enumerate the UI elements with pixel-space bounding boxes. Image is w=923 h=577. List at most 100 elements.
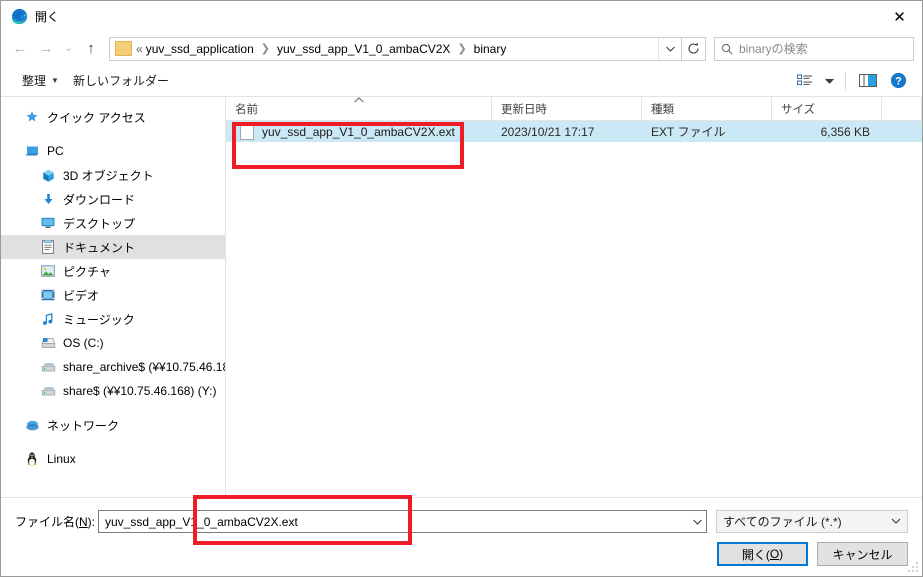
- open-file-dialog: 開く ✕ ← → ⌄ ↑ « yuv_ssd_application ❯ yuv…: [0, 0, 923, 577]
- filename-label-accesskey: N: [79, 515, 88, 529]
- column-header-type[interactable]: 種類: [642, 97, 772, 120]
- file-type-cell: EXT ファイル: [651, 125, 726, 139]
- column-header-modified[interactable]: 更新日時: [492, 97, 642, 120]
- view-options-icon[interactable]: [791, 69, 819, 93]
- sidebar-item-downloads[interactable]: ダウンロード: [1, 187, 225, 211]
- sidebar-item-quick-access[interactable]: クイック アクセス: [1, 105, 225, 129]
- cancel-button[interactable]: キャンセル: [817, 542, 908, 566]
- table-row[interactable]: yuv_ssd_app_V1_0_ambaCV2X.ext 2023/10/21…: [226, 121, 922, 142]
- filename-row: ファイル名(N): yuv_ssd_app_V1_0_ambaCV2X.ext …: [15, 498, 908, 533]
- refresh-icon[interactable]: [682, 36, 706, 61]
- breadcrumb-item-1[interactable]: yuv_ssd_app_V1_0_ambaCV2X: [275, 40, 452, 58]
- chevron-down-icon: ▼: [51, 76, 59, 85]
- edge-icon: [10, 8, 28, 26]
- sidebar-item-3d-objects[interactable]: 3D オブジェクト: [1, 163, 225, 187]
- file-type-filter-select[interactable]: すべてのファイル (*.*): [716, 510, 908, 533]
- this-pc-icon: [23, 143, 41, 159]
- sidebar-item-pc[interactable]: PC: [1, 139, 225, 163]
- column-header-label: サイズ: [781, 103, 816, 116]
- chevron-right-icon[interactable]: ❯: [256, 42, 275, 55]
- up-icon[interactable]: ↑: [78, 36, 104, 62]
- breadcrumb-overflow-icon[interactable]: «: [136, 42, 144, 56]
- svg-text:?: ?: [895, 75, 902, 87]
- sidebar-item-label: 3D オブジェクト: [63, 168, 154, 183]
- sidebar-item-label: ミュージック: [63, 312, 135, 327]
- documents-icon: [39, 239, 57, 255]
- open-label-prefix: 開く(: [741, 547, 770, 562]
- filename-label-suffix: ):: [87, 515, 96, 529]
- help-icon[interactable]: ?: [884, 69, 912, 93]
- column-header-size[interactable]: サイズ: [772, 97, 882, 120]
- file-size-cell: 6,356 KB: [820, 124, 870, 139]
- file-modified-cell: 2023/10/21 17:17: [501, 124, 595, 139]
- folder-icon: [115, 41, 132, 56]
- open-label-suffix: ): [779, 547, 784, 561]
- sidebar-item-documents[interactable]: ドキュメント: [1, 235, 225, 259]
- navigation-bar: ← → ⌄ ↑ « yuv_ssd_application ❯ yuv_ssd_…: [1, 32, 922, 65]
- sidebar-item-videos[interactable]: ビデオ: [1, 283, 225, 307]
- chevron-right-icon[interactable]: ❯: [452, 42, 471, 55]
- sidebar-item-label: ピクチャ: [63, 264, 111, 279]
- sidebar-item-label: クイック アクセス: [47, 110, 146, 125]
- close-button[interactable]: ✕: [877, 1, 922, 32]
- sidebar-item-label: ダウンロード: [63, 192, 136, 207]
- dialog-buttons: 開く(O) キャンセル: [717, 542, 908, 566]
- dialog-body: クイック アクセス PC 3D オブジェクト ダウンロード デスクトップ ドキュ…: [1, 97, 922, 498]
- organize-button[interactable]: 整理 ▼: [15, 68, 66, 93]
- address-dropdown-icon[interactable]: [658, 37, 681, 60]
- filename-value: yuv_ssd_app_V1_0_ambaCV2X.ext: [105, 514, 298, 529]
- sidebar-item-os-c[interactable]: OS (C:): [1, 331, 225, 355]
- sidebar-item-label: Linux: [47, 452, 76, 466]
- breadcrumb: « yuv_ssd_application ❯ yuv_ssd_app_V1_0…: [136, 40, 658, 58]
- recent-locations-icon[interactable]: ⌄: [59, 36, 78, 62]
- sidebar-item-network[interactable]: ネットワーク: [1, 413, 225, 437]
- dialog-footer: ファイル名(N): yuv_ssd_app_V1_0_ambaCV2X.ext …: [1, 498, 922, 576]
- column-header-row: 名前 更新日時 種類 サイズ: [226, 97, 922, 121]
- sidebar-item-share-archive[interactable]: share_archive$ (¥¥10.75.46.187) (: [1, 355, 225, 379]
- back-icon[interactable]: ←: [7, 36, 33, 62]
- file-name-cell: yuv_ssd_app_V1_0_ambaCV2X.ext: [226, 123, 492, 140]
- view-options-caret-icon[interactable]: [821, 69, 837, 93]
- preview-pane-icon[interactable]: [854, 69, 882, 93]
- command-bar-right: ?: [791, 69, 922, 93]
- new-folder-button[interactable]: 新しいフォルダー: [66, 68, 176, 93]
- sidebar-item-music[interactable]: ミュージック: [1, 307, 225, 331]
- command-bar: 整理 ▼ 新しいフォルダー ?: [1, 65, 922, 97]
- sort-ascending-icon: [353, 96, 364, 105]
- breadcrumb-item-2[interactable]: binary: [472, 40, 509, 58]
- address-bar[interactable]: « yuv_ssd_application ❯ yuv_ssd_app_V1_0…: [109, 36, 682, 61]
- network-drive-icon: [39, 359, 57, 375]
- open-button[interactable]: 開く(O): [717, 542, 808, 566]
- sidebar-item-label: デスクトップ: [63, 216, 136, 231]
- open-label-accesskey: O: [769, 547, 780, 561]
- videos-icon: [39, 287, 57, 303]
- generic-file-icon: [240, 123, 254, 140]
- filename-input[interactable]: yuv_ssd_app_V1_0_ambaCV2X.ext: [98, 510, 707, 533]
- chevron-down-icon[interactable]: [688, 511, 706, 532]
- column-header-filler: [882, 97, 922, 120]
- new-folder-label: 新しいフォルダー: [72, 74, 169, 88]
- sidebar-item-pictures[interactable]: ピクチャ: [1, 259, 225, 283]
- sidebar-item-label: ドキュメント: [63, 240, 136, 255]
- sidebar-item-label: ネットワーク: [47, 418, 120, 433]
- button-row: 開く(O) キャンセル: [15, 533, 908, 566]
- organize-label: 整理: [22, 74, 47, 88]
- column-header-label: 名前: [235, 103, 258, 116]
- toolbar-divider: [845, 71, 846, 90]
- local-disk-icon: [39, 335, 57, 351]
- 3d-objects-icon: [39, 167, 57, 183]
- column-header-name[interactable]: 名前: [226, 97, 492, 120]
- search-input[interactable]: binaryの検索: [714, 36, 914, 61]
- breadcrumb-item-0[interactable]: yuv_ssd_application: [144, 40, 256, 58]
- resize-grip[interactable]: [907, 561, 919, 573]
- pictures-icon: [39, 263, 57, 279]
- sidebar-item-linux[interactable]: Linux: [1, 447, 225, 471]
- sidebar-item-share[interactable]: share$ (¥¥10.75.46.168) (Y:): [1, 379, 225, 403]
- column-header-label: 種類: [651, 103, 674, 116]
- forward-icon[interactable]: →: [33, 36, 59, 62]
- search-placeholder: binaryの検索: [739, 42, 808, 56]
- sidebar-item-desktop[interactable]: デスクトップ: [1, 211, 225, 235]
- window-title: 開く: [35, 10, 60, 24]
- desktop-icon: [39, 215, 57, 231]
